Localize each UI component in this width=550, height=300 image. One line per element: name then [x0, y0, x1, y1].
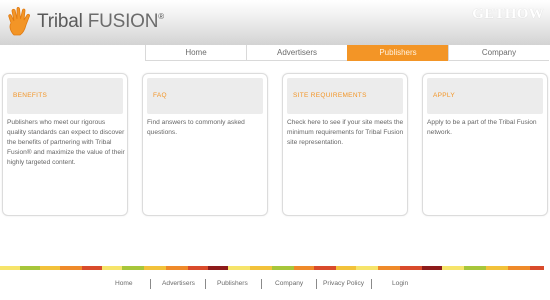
- nav-home[interactable]: Home: [145, 45, 246, 61]
- card-header: BENEFITS: [7, 78, 123, 114]
- brand-word-tribal: Tribal: [37, 11, 83, 32]
- card-header: APPLY: [427, 78, 543, 114]
- footer-divider: [150, 279, 151, 289]
- main-nav: Home Advertisers Publishers Company: [145, 45, 550, 61]
- tribal-fusion-logo[interactable]: Tribal FUSION®: [6, 4, 164, 40]
- footer-link-advertisers[interactable]: Advertisers: [162, 279, 195, 289]
- footer-link-company[interactable]: Company: [275, 279, 303, 289]
- footer-divider: [371, 279, 372, 289]
- color-stripe: [0, 266, 550, 270]
- footer-divider: [261, 279, 262, 289]
- card-title[interactable]: SITE REQUIREMENTS: [293, 92, 367, 99]
- card-text: Publishers who meet our rigorous quality…: [7, 119, 125, 166]
- card-site-requirements[interactable]: SITE REQUIREMENTS Check here to see if y…: [282, 73, 408, 216]
- card-benefits[interactable]: BENEFITS Publishers who meet our rigorou…: [2, 73, 128, 216]
- card-header: SITE REQUIREMENTS: [287, 78, 403, 114]
- hand-icon: [6, 7, 34, 37]
- card-text: Find answers to commonly asked questions…: [147, 119, 245, 136]
- footer-divider: [316, 279, 317, 289]
- registered-mark: ®: [158, 12, 164, 21]
- site-footer: Home Advertisers Publishers Company Priv…: [0, 279, 550, 291]
- footer-link-privacy-policy[interactable]: Privacy Policy: [323, 279, 364, 289]
- card-apply[interactable]: APPLY Apply to be a part of the Tribal F…: [422, 73, 548, 216]
- footer-link-login[interactable]: Login: [392, 279, 408, 289]
- gethow-wordmark[interactable]: GETHOW: [472, 6, 544, 23]
- nav-publishers[interactable]: Publishers: [347, 45, 448, 61]
- nav-company[interactable]: Company: [448, 45, 549, 61]
- card-title[interactable]: APPLY: [433, 92, 455, 99]
- card-title[interactable]: FAQ: [153, 92, 167, 99]
- brand-word-fusion: FUSION: [87, 11, 159, 32]
- footer-divider: [205, 279, 206, 289]
- card-text: Check here to see if your site meets the…: [287, 119, 404, 146]
- footer-link-publishers[interactable]: Publishers: [217, 279, 248, 289]
- card-faq[interactable]: FAQ Find answers to commonly asked quest…: [142, 73, 268, 216]
- nav-advertisers[interactable]: Advertisers: [246, 45, 347, 61]
- card-header: FAQ: [147, 78, 263, 114]
- card-text: Apply to be a part of the Tribal Fusion …: [427, 119, 537, 136]
- footer-link-home[interactable]: Home: [115, 279, 133, 289]
- brand-name: Tribal FUSION®: [37, 11, 164, 33]
- card-title[interactable]: BENEFITS: [13, 92, 47, 99]
- site-header: Tribal FUSION® GETHOW: [0, 0, 550, 45]
